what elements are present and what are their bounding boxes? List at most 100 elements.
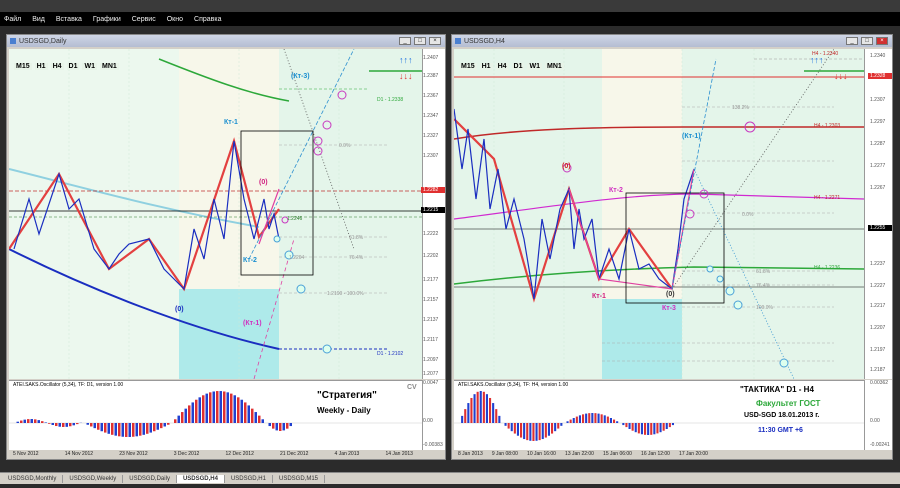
tab-weekly[interactable]: USDSGD,Weekly [63,474,124,483]
price-label: 1.2340 [870,53,886,59]
tab-h4[interactable]: USDSGD,H4 [176,474,225,483]
chart-window-h4[interactable]: USDSGD,H4 _ □ × ↑↑↑ ↓↓↓ (Кт-1) Кт-2 Кт-3… [451,34,893,460]
window-titlebar[interactable]: USDSGD,H4 [452,35,892,47]
label-zero-top: (0) [562,163,571,170]
oscillator-bar [118,423,121,437]
timeframe-bar-daily: M15 H1 H4 D1 W1 MN1 [14,63,119,70]
oscillator-bar [606,416,609,423]
tactic-faculty: Факультет ГОСТ [756,399,821,408]
oscillator-bar [163,423,166,427]
label-fib-100: 100.0% [756,305,773,311]
menu-charts[interactable]: Графики [93,16,121,23]
price-label: 1.2222 [423,231,439,237]
oscillator-bar [526,423,529,441]
chart-icon [10,38,16,44]
oscillator-bar [139,423,142,436]
oscillator-bar [149,423,152,433]
menu-file[interactable]: Файл [4,16,21,23]
oscillator-bar [538,423,541,441]
label-zero-bottom: (0) [666,291,675,298]
oscillator-bar [609,418,612,423]
tf-w1-button[interactable]: W1 [527,63,542,70]
oscillator-bar [135,423,138,437]
oscillator-bar [628,423,631,429]
price-chart-daily[interactable]: ↑↑↑ ↓↓↓ [9,49,422,379]
time-label: 4 Jan 2013 [334,451,360,457]
menu-view[interactable]: Вид [32,16,45,23]
window-titlebar[interactable]: USDSGD,Daily [7,35,445,47]
menu-window[interactable]: Окно [167,16,183,23]
time-label: 9 Jan 08:00 [491,451,518,457]
osc-price-label: 0.0047 [423,380,439,386]
oscillator-bar [34,419,37,423]
oscillator-bar [156,423,159,430]
oscillator-bar [16,421,19,423]
oscillator-bar [473,394,476,423]
oscillator-bar [656,423,659,434]
oscillator-bar [541,423,544,440]
oscillator-bar [634,423,637,433]
oscillator-bar [547,423,550,436]
price-chart-h4[interactable]: ↑↑↑ ↓↓↓ [454,49,864,379]
oscillator-bar [625,423,628,428]
oscillator-bar [195,399,198,423]
label-fib-0: 0.0% [742,212,754,218]
tf-m15-button[interactable]: M15 [14,63,32,70]
menu-tools[interactable]: Сервис [132,16,156,23]
osc-price-label: 0.00362 [870,380,889,386]
oscillator-bar [653,423,656,435]
oscillator-bar [37,420,40,423]
close-button[interactable]: × [429,37,441,45]
minimize-button[interactable]: _ [846,37,858,45]
menu-insert[interactable]: Вставка [56,16,82,23]
price-red-marker: 1.2282 [421,187,445,193]
price-red-marker: 1.2328 [868,73,892,79]
tab-monthly[interactable]: USDSGD,Monthly [2,474,64,483]
price-label: 1.2187 [870,367,886,373]
tab-daily[interactable]: USDSGD,Daily [123,474,177,483]
tf-d1-button[interactable]: D1 [66,63,80,70]
tf-mn1-button[interactable]: MN1 [544,63,564,70]
tf-d1-button[interactable]: D1 [511,63,525,70]
oscillator-bar [510,423,513,432]
osc-price-label: -0.00383 [423,442,443,448]
oscillator-bar [513,423,516,434]
oscillator-bar [216,391,219,423]
tf-w1-button[interactable]: W1 [82,63,97,70]
chart-window-daily[interactable]: USDSGD,Daily _ □ × ↑↑↑ ↓↓↓ Кт-1 Кт-2 (Кт… [6,34,446,460]
price-label: 1.2197 [870,347,886,353]
menu-bar: Файл Вид Вставка Графики Сервис Окно Спр… [0,12,900,26]
tf-m15-button[interactable]: M15 [459,63,477,70]
time-label: 21 Dec 2012 [280,451,309,457]
price-current-marker: 1.2215 [421,207,445,213]
label-fib-618: 61.8% [349,235,364,241]
strategy-subtitle: Weekly - Daily [317,406,371,415]
price-label: 1.2367 [423,93,439,99]
osc-price-label: 0.00 [423,418,433,424]
close-button[interactable]: × [876,37,888,45]
oscillator-bar [251,408,254,423]
tf-h1-button[interactable]: H1 [479,63,493,70]
tab-m15[interactable]: USDSGD,M15 [273,474,325,483]
oscillator-title: ATEI.SAKS.Oscillator (5,34), TF: H4, ver… [458,382,569,388]
tf-h1-button[interactable]: H1 [34,63,48,70]
oscillator-bar [286,423,289,429]
label-level-1204: 1.2204 [289,255,305,261]
menu-help[interactable]: Справка [194,16,221,23]
oscillator-bar [578,415,581,423]
tactic-time: 11:30 GMT +6 [758,427,803,434]
label-fib-100: 1.2190 - 100.0% [327,291,364,297]
minimize-button[interactable]: _ [399,37,411,45]
tf-h4-button[interactable]: H4 [495,63,509,70]
tf-mn1-button[interactable]: MN1 [99,63,119,70]
oscillator-bar [637,423,640,434]
time-axis-daily: 5 Nov 2012 14 Nov 2012 23 Nov 2012 3 Dec… [13,451,413,457]
maximize-button[interactable]: □ [414,37,426,45]
tf-h4-button[interactable]: H4 [50,63,64,70]
label-kt2: Кт-2 [243,257,257,264]
oscillator-bar [191,402,194,423]
tab-h1[interactable]: USDSGD,H1 [225,474,273,483]
oscillator-bar [616,421,619,423]
maximize-button[interactable]: □ [861,37,873,45]
price-current-marker: 1.2255 [868,225,892,231]
